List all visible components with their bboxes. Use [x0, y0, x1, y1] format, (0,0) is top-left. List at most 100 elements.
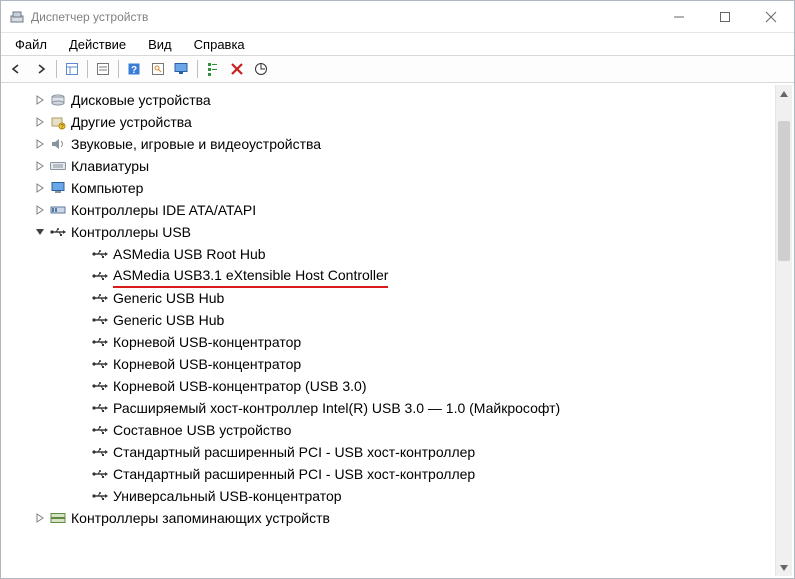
toolbar: ? [1, 55, 794, 83]
disk-icon [49, 92, 67, 108]
tree-item-label: Клавиатуры [71, 155, 149, 177]
tree-item-label: Дисковые устройства [71, 89, 211, 111]
scroll-down-arrow[interactable] [776, 559, 792, 576]
help-icon[interactable]: ? [122, 58, 146, 80]
toolbar-separator [118, 60, 119, 78]
tree-item-label: Generic USB Hub [113, 287, 224, 309]
tree-category[interactable]: ?Другие устройства [3, 111, 775, 133]
tree-item-label: Корневой USB-концентратор (USB 3.0) [113, 375, 367, 397]
usbdev-icon [91, 378, 109, 394]
keyboard-icon [49, 158, 67, 174]
tree-item[interactable]: ASMedia USB Root Hub [3, 243, 775, 265]
usbdev-icon [91, 290, 109, 306]
tree-category[interactable]: Контроллеры запоминающих устройств [3, 507, 775, 529]
tree-item-label: Другие устройства [71, 111, 192, 133]
tree-item-label: ASMedia USB3.1 eXtensible Host Controlle… [113, 264, 388, 288]
tree-category[interactable]: Дисковые устройства [3, 89, 775, 111]
tree-item-label: Расширяемый хост-контроллер Intel(R) USB… [113, 397, 560, 419]
tree-item[interactable]: Корневой USB-концентратор (USB 3.0) [3, 375, 775, 397]
tree-item-label: Контроллеры USB [71, 221, 191, 243]
tree-item-label: Стандартный расширенный PCI - USB хост-к… [113, 441, 475, 463]
expand-toggle[interactable] [33, 139, 47, 149]
maximize-button[interactable] [702, 1, 748, 32]
usb-icon [49, 224, 67, 240]
tree-item-label: Стандартный расширенный PCI - USB хост-к… [113, 463, 475, 485]
usbdev-icon [91, 246, 109, 262]
content-area: Дисковые устройства?Другие устройстваЗву… [3, 85, 792, 576]
expand-toggle[interactable] [33, 95, 47, 105]
other-icon: ? [49, 114, 67, 130]
scrollbar-vertical[interactable] [775, 85, 792, 576]
usbdev-icon [91, 444, 109, 460]
minimize-button[interactable] [656, 1, 702, 32]
scope-icon[interactable] [146, 58, 170, 80]
list-icon[interactable] [91, 58, 115, 80]
tree-category[interactable]: Клавиатуры [3, 155, 775, 177]
expand-toggle[interactable] [33, 183, 47, 193]
menubar: Файл Действие Вид Справка [1, 33, 794, 55]
monitor-icon[interactable] [170, 58, 194, 80]
tree-item-label: Универсальный USB-концентратор [113, 485, 342, 507]
svg-text:?: ? [131, 65, 137, 76]
ide-icon [49, 202, 67, 218]
usbdev-icon [91, 334, 109, 350]
toolbar-separator [87, 60, 88, 78]
delete-icon[interactable] [225, 58, 249, 80]
tree-item[interactable]: Составное USB устройство [3, 419, 775, 441]
usbdev-icon [91, 422, 109, 438]
tree-item-label: Generic USB Hub [113, 309, 224, 331]
tree-item-label: Компьютер [71, 177, 143, 199]
app-icon [9, 9, 25, 25]
tree-item-label: Корневой USB-концентратор [113, 353, 301, 375]
back-button[interactable] [5, 58, 29, 80]
tree-item-label: Корневой USB-концентратор [113, 331, 301, 353]
tree-item[interactable]: Generic USB Hub [3, 287, 775, 309]
menu-file[interactable]: Файл [5, 35, 57, 54]
properties-icon[interactable] [60, 58, 84, 80]
tree-category[interactable]: Звуковые, игровые и видеоустройства [3, 133, 775, 155]
computer-icon [49, 180, 67, 196]
tree-item-label: Составное USB устройство [113, 419, 291, 441]
device-manager-window: Диспетчер устройств Файл Действие Вид Сп… [0, 0, 795, 579]
scrollbar-thumb[interactable] [778, 121, 790, 261]
expand-toggle[interactable] [33, 205, 47, 215]
expand-toggle[interactable] [33, 513, 47, 523]
tree-item[interactable]: Расширяемый хост-контроллер Intel(R) USB… [3, 397, 775, 419]
tree-category[interactable]: Контроллеры IDE ATA/ATAPI [3, 199, 775, 221]
usbdev-icon [91, 466, 109, 482]
tree-item[interactable]: Универсальный USB-концентратор [3, 485, 775, 507]
expand-toggle[interactable] [33, 161, 47, 171]
tree-config-icon[interactable] [201, 58, 225, 80]
toolbar-separator [56, 60, 57, 78]
menu-view[interactable]: Вид [138, 35, 182, 54]
usbdev-icon [91, 312, 109, 328]
tree-item[interactable]: Стандартный расширенный PCI - USB хост-к… [3, 463, 775, 485]
tree-item-label: Контроллеры запоминающих устройств [71, 507, 330, 529]
tree-item-label: Контроллеры IDE ATA/ATAPI [71, 199, 256, 221]
expand-toggle[interactable] [33, 227, 47, 237]
tree-item[interactable]: ASMedia USB3.1 eXtensible Host Controlle… [3, 265, 775, 287]
tree-category[interactable]: Контроллеры USB [3, 221, 775, 243]
tree-item[interactable]: Стандартный расширенный PCI - USB хост-к… [3, 441, 775, 463]
tree-item[interactable]: Generic USB Hub [3, 309, 775, 331]
tree-item[interactable]: Корневой USB-концентратор [3, 331, 775, 353]
scroll-up-arrow[interactable] [776, 85, 792, 102]
tree-item[interactable]: Корневой USB-концентратор [3, 353, 775, 375]
refresh-icon[interactable] [249, 58, 273, 80]
menu-help[interactable]: Справка [184, 35, 255, 54]
sound-icon [49, 136, 67, 152]
toolbar-separator [197, 60, 198, 78]
close-button[interactable] [748, 1, 794, 32]
tree-item-label: ASMedia USB Root Hub [113, 243, 266, 265]
expand-toggle[interactable] [33, 117, 47, 127]
menu-action[interactable]: Действие [59, 35, 136, 54]
usbdev-icon [91, 356, 109, 372]
window-title: Диспетчер устройств [31, 10, 656, 24]
forward-button[interactable] [29, 58, 53, 80]
tree-category[interactable]: Компьютер [3, 177, 775, 199]
storage-icon [49, 510, 67, 526]
usbdev-icon [91, 488, 109, 504]
titlebar: Диспетчер устройств [1, 1, 794, 33]
device-tree[interactable]: Дисковые устройства?Другие устройстваЗву… [3, 85, 775, 576]
usbdev-icon [91, 400, 109, 416]
